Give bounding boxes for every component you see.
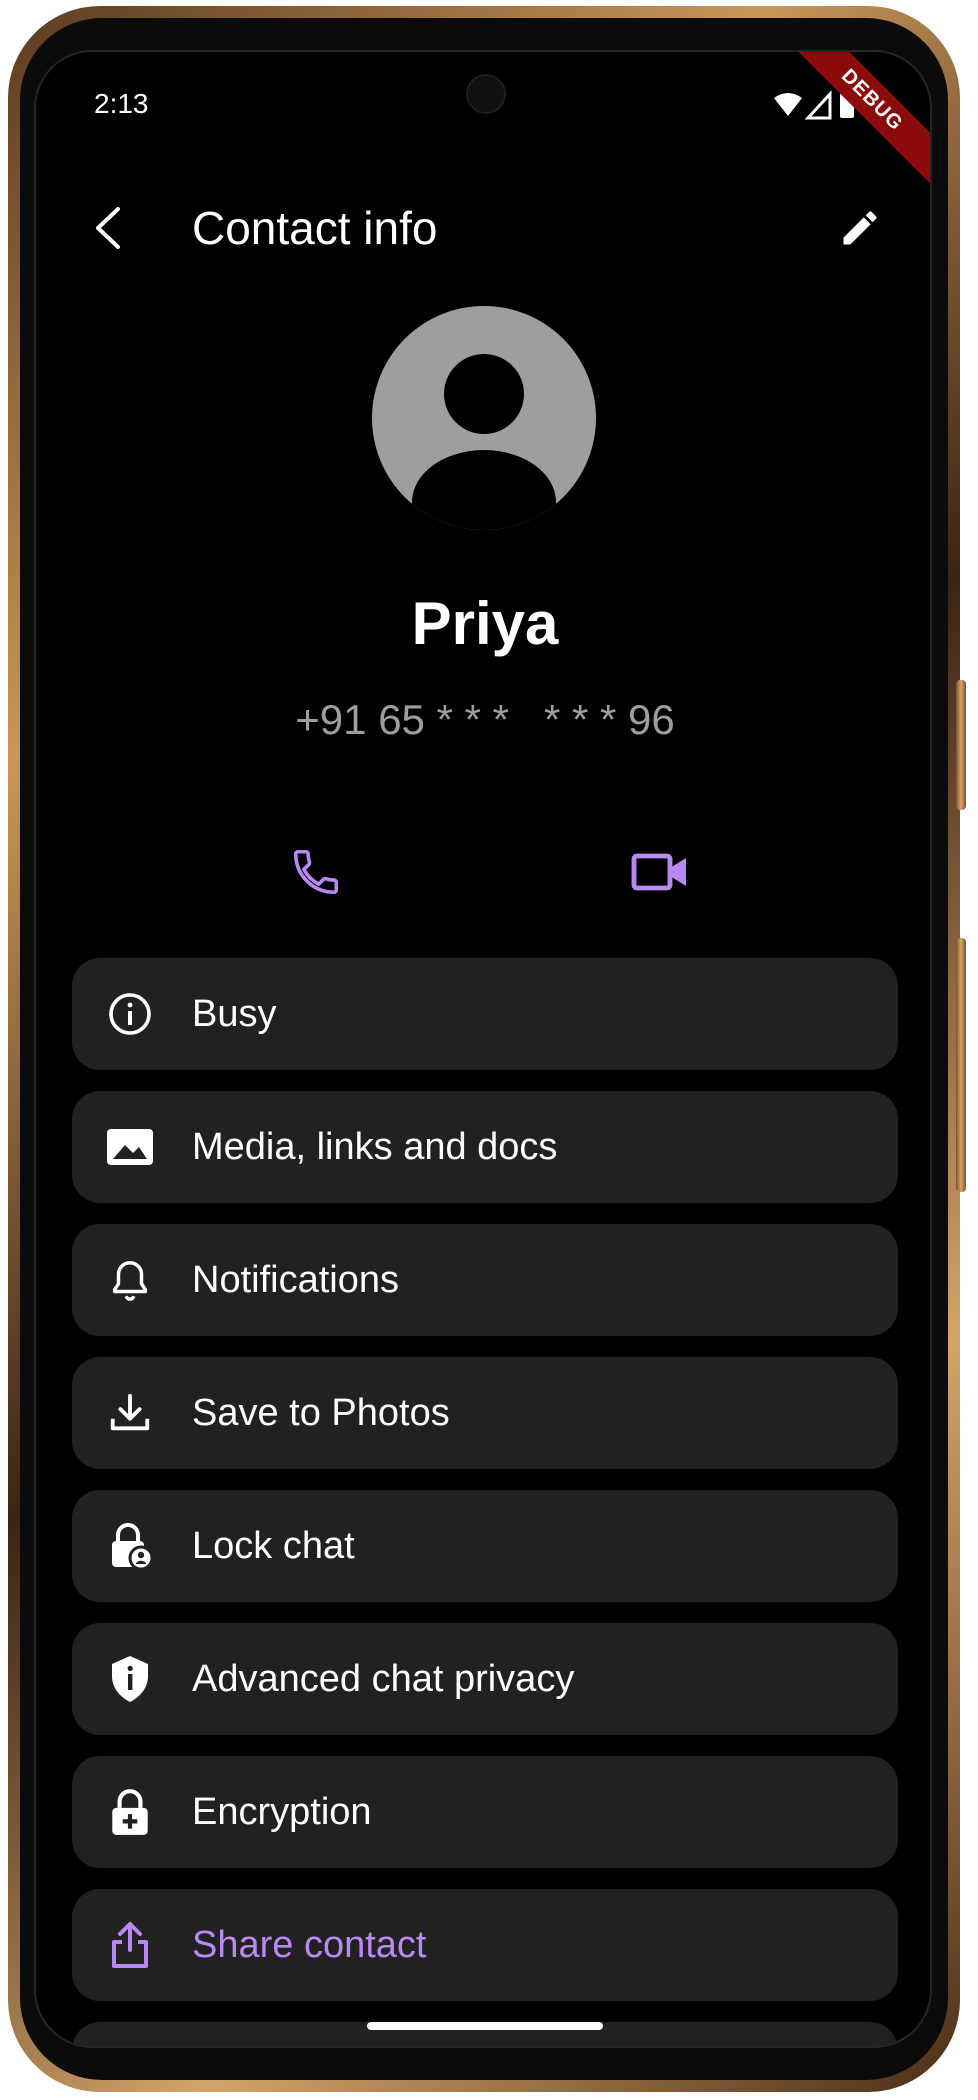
menu-item-label: Busy <box>192 992 277 1035</box>
back-button[interactable] <box>78 198 138 258</box>
pencil-icon <box>843 211 877 245</box>
wifi-icon <box>774 93 802 116</box>
menu-item-label: Notifications <box>192 1258 399 1301</box>
contact-phone: +91 65 * * * * * * 96 <box>295 696 675 743</box>
menu-item-label: Lock chat <box>192 1524 355 1567</box>
lock-plus-icon <box>112 1789 148 1835</box>
page-title: Contact info <box>192 202 438 254</box>
phone-icon <box>293 849 339 895</box>
menu-item-label: Advanced chat privacy <box>192 1657 575 1700</box>
menu-item-notifications[interactable]: Notifications <box>72 1224 898 1336</box>
power-button <box>956 938 966 1192</box>
front-camera <box>466 74 506 114</box>
cell-signal-icon <box>804 90 832 120</box>
contact-name: Priya <box>411 590 559 657</box>
device-screen: 2:13 DEBUG Contact info Priya +91 65 * *… <box>34 50 932 2048</box>
menu-item-lock-chat[interactable]: Lock chat <box>72 1490 898 1602</box>
chevron-left-icon <box>96 207 120 249</box>
lock-person-icon <box>112 1523 154 1571</box>
volume-button <box>956 680 966 810</box>
share-icon <box>112 1922 148 1968</box>
status-time: 2:13 <box>94 88 149 119</box>
shield-info-icon <box>112 1656 148 1702</box>
debug-banner: DEBUG <box>781 52 930 191</box>
voice-call-button[interactable] <box>276 832 356 912</box>
menu-item-busy[interactable]: Busy <box>72 958 898 1070</box>
download-icon <box>110 1393 150 1431</box>
menu-item-share-contact[interactable]: Share contact <box>72 1889 898 2001</box>
menu-item-label: Share contact <box>192 1923 427 1966</box>
menu-item-label: Save to Photos <box>192 1391 450 1434</box>
menu-item-label: Media, links and docs <box>192 1125 558 1168</box>
menu-item-advanced-privacy[interactable]: Advanced chat privacy <box>72 1623 898 1735</box>
person-avatar-icon <box>372 306 596 530</box>
image-icon <box>107 1129 153 1165</box>
bell-icon <box>112 1261 148 1301</box>
edit-contact-button[interactable] <box>830 198 890 258</box>
video-call-button[interactable] <box>620 832 700 912</box>
menu-item-save-to-photos[interactable]: Save to Photos <box>72 1357 898 1469</box>
menu-item-label: Encryption <box>192 1790 372 1833</box>
video-camera-icon <box>631 853 686 891</box>
contact-options-list: Busy Media, links and docs Notifications <box>72 958 898 2046</box>
home-indicator[interactable] <box>367 2022 603 2030</box>
menu-item-media[interactable]: Media, links and docs <box>72 1091 898 1203</box>
menu-item-encryption[interactable]: Encryption <box>72 1756 898 1868</box>
info-icon <box>109 993 151 1035</box>
